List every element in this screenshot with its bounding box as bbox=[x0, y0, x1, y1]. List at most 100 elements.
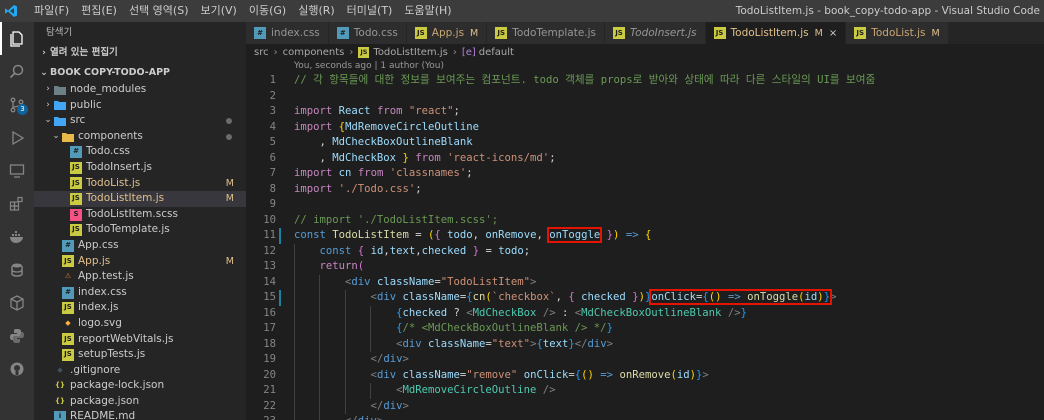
js-file-icon: JS bbox=[358, 46, 370, 58]
tree-item[interactable]: ◆ logo.svg bbox=[34, 316, 246, 332]
menu-item[interactable]: 터미널(T) bbox=[341, 0, 399, 22]
tree-item[interactable]: # App.css bbox=[34, 238, 246, 254]
activity-bar: 3 bbox=[0, 22, 34, 420]
tree-item[interactable]: JS setupTests.js bbox=[34, 347, 246, 363]
menu-item[interactable]: 도움말(H) bbox=[398, 0, 457, 22]
run-debug-icon[interactable] bbox=[0, 121, 34, 154]
string: 'react-icons/md' bbox=[447, 151, 550, 164]
open-editors-section[interactable]: › 열려 있는 편집기 bbox=[34, 44, 246, 62]
docker-icon[interactable] bbox=[0, 220, 34, 253]
menu-item[interactable]: 선택 영역(S) bbox=[123, 0, 195, 22]
code-line: 7 import cn from 'classnames'; bbox=[246, 166, 1044, 182]
tag: div bbox=[383, 399, 403, 412]
tree-item[interactable]: › node_modules bbox=[34, 82, 246, 98]
js-file-icon: JS bbox=[62, 333, 74, 346]
tree-item[interactable]: JS TodoListItem.js M bbox=[34, 191, 246, 207]
line-number: 19 bbox=[263, 353, 276, 365]
tab-label: TodoInsert.js bbox=[630, 27, 697, 39]
editor-tab[interactable]: JS TodoTemplate.js bbox=[487, 22, 606, 44]
code-line: 22 </div> bbox=[246, 398, 1044, 414]
tree-item[interactable]: JS TodoTemplate.js bbox=[34, 222, 246, 238]
identifier: React bbox=[338, 105, 371, 117]
tree-item[interactable]: ⌄ components bbox=[34, 129, 246, 145]
modified-badge: M bbox=[814, 27, 823, 39]
line-number: 23 bbox=[246, 414, 276, 420]
keyword: import bbox=[294, 105, 333, 117]
tree-item[interactable]: JS TodoList.js M bbox=[34, 176, 246, 192]
python-icon[interactable] bbox=[0, 319, 34, 352]
breadcrumb-item[interactable]: components bbox=[283, 47, 345, 58]
menu-item[interactable]: 편집(E) bbox=[75, 0, 123, 22]
project-section[interactable]: ⌄ BOOK COPY-TODO-APP bbox=[34, 64, 246, 82]
code-line: 16 {checked ? <MdCheckBox /> : <MdCheckB… bbox=[246, 305, 1044, 321]
github-icon[interactable] bbox=[0, 352, 34, 385]
search-icon[interactable] bbox=[0, 55, 34, 88]
tree-item[interactable]: # Todo.css bbox=[34, 144, 246, 160]
string: "remove" bbox=[466, 368, 518, 381]
code-comment: // import './TodoListItem.scss'; bbox=[294, 213, 499, 226]
menu-item[interactable]: 파일(F) bbox=[28, 0, 75, 22]
editor-tab[interactable]: # index.css bbox=[246, 22, 329, 44]
code-line: 17 {/* <MdCheckBoxOutlineBlank /> */} bbox=[246, 321, 1044, 337]
tree-item-label: TodoListItem.scss bbox=[86, 207, 178, 220]
code-line: 6 , MdCheckBox } from 'react-icons/md'; bbox=[246, 151, 1044, 167]
tree-item[interactable]: i README.md bbox=[34, 409, 246, 420]
line-number: 12 bbox=[263, 244, 276, 257]
tree-item[interactable]: ⌄ src bbox=[34, 113, 246, 129]
identifier: todo bbox=[447, 229, 473, 241]
attribute: onClick bbox=[651, 291, 697, 303]
line-number: 3 bbox=[269, 105, 276, 117]
editor-tab[interactable]: JS TodoList.js M bbox=[846, 22, 949, 44]
editor-tab[interactable]: JS App.js M bbox=[406, 22, 488, 44]
tree-item-label: TodoList.js bbox=[86, 176, 141, 189]
tree-item[interactable]: {} package.json bbox=[34, 394, 246, 410]
explorer-icon[interactable] bbox=[0, 22, 34, 55]
tree-item-label: logo.svg bbox=[78, 316, 122, 329]
source-control-icon[interactable]: 3 bbox=[0, 88, 34, 121]
tree-item[interactable]: S TodoListItem.scss bbox=[34, 207, 246, 223]
identifier: text bbox=[542, 337, 569, 350]
tree-item[interactable]: ◆ .gitignore bbox=[34, 363, 246, 379]
extensions-icon[interactable] bbox=[0, 187, 34, 220]
tree-item-label: index.js bbox=[78, 301, 119, 314]
tree-item[interactable]: JS TodoInsert.js bbox=[34, 160, 246, 176]
identifier: MdRemoveCircleOutline bbox=[345, 120, 479, 133]
breadcrumb-item[interactable]: default bbox=[479, 47, 514, 58]
css-file-icon: # bbox=[62, 239, 74, 252]
line-number: 11 bbox=[263, 229, 276, 241]
tree-item[interactable]: # index.css bbox=[34, 285, 246, 301]
tree-item[interactable]: {} package-lock.json bbox=[34, 378, 246, 394]
code-editor[interactable]: You, seconds ago | 1 author (You) 1 // 각 … bbox=[246, 60, 1044, 420]
tree-item[interactable]: JS reportWebVitals.js bbox=[34, 332, 246, 348]
remote-explorer-icon[interactable] bbox=[0, 154, 34, 187]
editor-tab[interactable]: # Todo.css bbox=[328, 22, 407, 44]
modified-badge: M bbox=[470, 27, 479, 39]
tree-item-label: App.test.js bbox=[78, 270, 134, 283]
explorer-sidebar: 탐색기 › 열려 있는 편집기 ⌄ BOOK COPY-TODO-APP › no… bbox=[34, 22, 246, 420]
breadcrumb-item[interactable]: TodoListItem.js bbox=[373, 47, 447, 58]
code-line: 8 import './Todo.css'; bbox=[246, 182, 1044, 198]
js-file-icon: JS bbox=[414, 27, 427, 39]
breadcrumb-item[interactable]: src bbox=[254, 47, 269, 58]
test-file-icon: ⚠ bbox=[64, 272, 72, 281]
tree-item[interactable]: JS index.js bbox=[34, 300, 246, 316]
keyword: import bbox=[294, 167, 333, 179]
tree-item-label: reportWebVitals.js bbox=[78, 332, 174, 345]
tree-item[interactable]: JS App.js M bbox=[34, 254, 246, 270]
tree-item[interactable]: ⚠ App.test.js bbox=[34, 269, 246, 285]
chevron-down-icon: ⌄ bbox=[44, 115, 52, 126]
tree-item[interactable]: › public bbox=[34, 98, 246, 114]
editor-tab[interactable]: JS TodoInsert.js bbox=[605, 22, 706, 44]
codelens[interactable]: You, seconds ago | 1 author (You) bbox=[246, 60, 1044, 73]
tree-item-label: components bbox=[78, 129, 143, 142]
box-icon[interactable] bbox=[0, 286, 34, 319]
menu-item[interactable]: 보기(V) bbox=[194, 0, 242, 22]
code-line: 23 </div> bbox=[246, 414, 1044, 420]
editor-tab[interactable]: JS TodoListItem.js M × bbox=[705, 22, 847, 44]
code-line: 11 const TodoListItem = ({ todo, onRemove… bbox=[246, 227, 1044, 244]
menu-item[interactable]: 실행(R) bbox=[292, 0, 340, 22]
close-icon[interactable]: × bbox=[829, 28, 837, 39]
database-icon[interactable] bbox=[0, 253, 34, 286]
identifier: id bbox=[804, 291, 818, 303]
menu-item[interactable]: 이동(G) bbox=[243, 0, 292, 22]
